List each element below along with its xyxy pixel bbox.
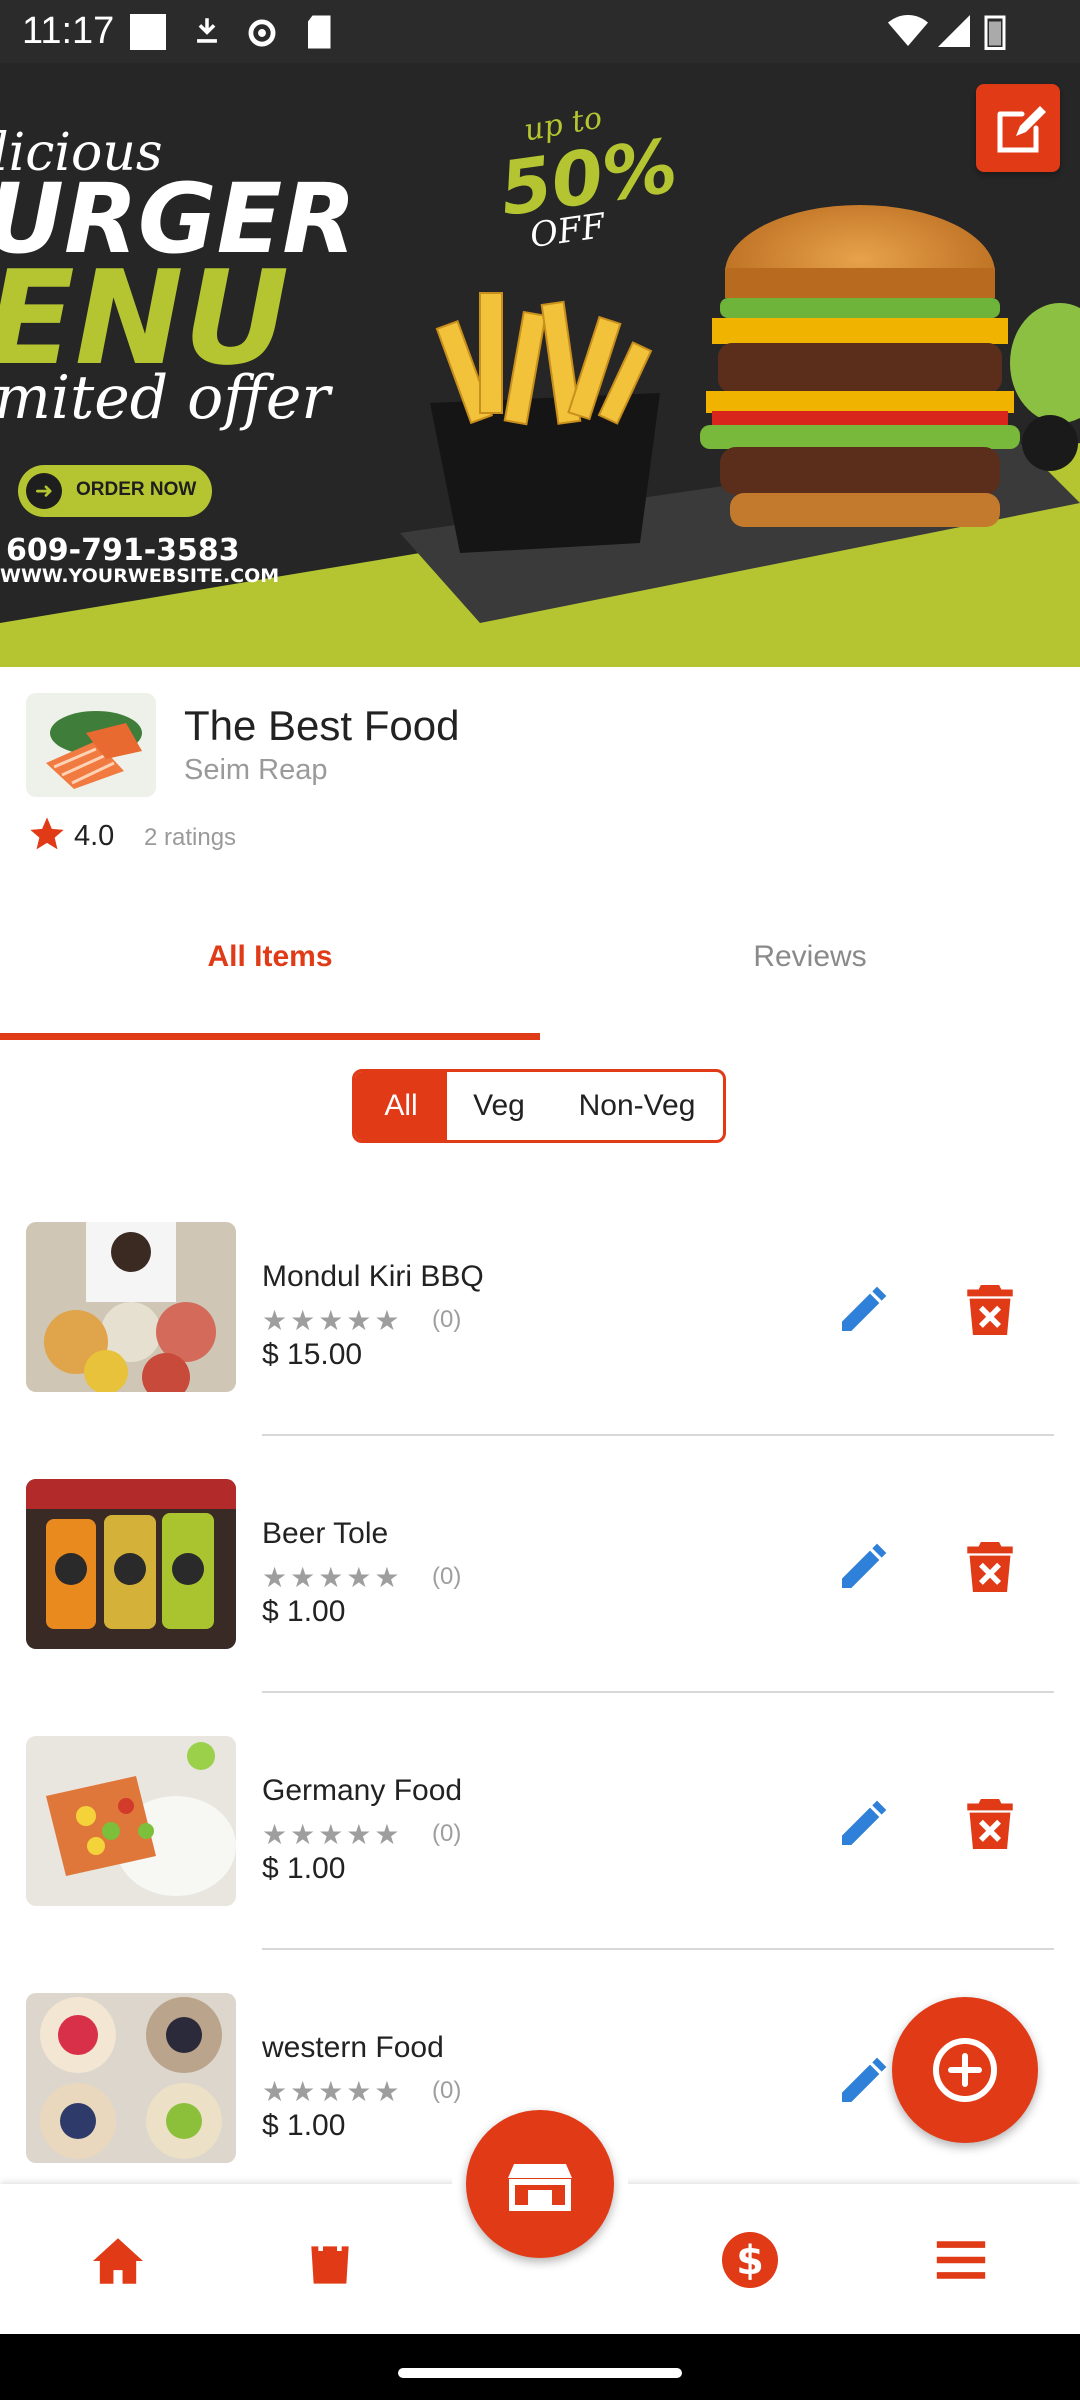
dollar-icon[interactable]: $ <box>722 2232 778 2288</box>
item-review-count: (0) <box>432 2077 462 2104</box>
item-divider <box>262 1691 1054 1693</box>
tab-indicator <box>0 1033 540 1040</box>
list-item[interactable]: Mondul Kiri BBQ ★★★★★ (0) $ 15.00 <box>0 1222 1080 1478</box>
salmon-dish-image <box>26 693 156 797</box>
beer-cans-image <box>26 1479 236 1649</box>
restaurant-cover-banner: licious URGER ENU mited offer up to 50% … <box>0 63 1080 667</box>
restaurant-rating: 4.0 <box>74 820 115 852</box>
tab-reviews[interactable]: Reviews <box>540 900 1080 1040</box>
item-stars: ★★★★★ <box>262 1305 403 1336</box>
edit-banner-button[interactable] <box>976 84 1060 172</box>
item-name: Germany Food <box>262 1774 463 1807</box>
item-price: $ 1.00 <box>262 1595 346 1628</box>
item-name: Mondul Kiri BBQ <box>262 1260 484 1293</box>
filter-veg[interactable]: Veg <box>447 1072 551 1140</box>
item-image <box>26 1222 236 1392</box>
item-name: Beer Tole <box>262 1517 389 1550</box>
item-price: $ 15.00 <box>262 1338 363 1371</box>
filter-all[interactable]: All <box>355 1072 447 1140</box>
item-review-count: (0) <box>432 1563 462 1590</box>
item-image <box>26 1736 236 1906</box>
pencil-icon[interactable] <box>835 1796 891 1852</box>
home-gesture-handle[interactable] <box>398 2368 682 2378</box>
status-time: 11:17 <box>22 10 115 52</box>
tab-all-items[interactable]: All Items <box>0 900 540 1040</box>
star-icon <box>30 817 64 850</box>
list-item[interactable]: Beer Tole ★★★★★ (0) $ 1.00 <box>0 1479 1080 1735</box>
item-stars: ★★★★★ <box>262 1562 403 1593</box>
pencil-icon[interactable] <box>835 1282 891 1338</box>
notification-square-icon <box>130 14 166 50</box>
filter-non-veg[interactable]: Non-Veg <box>551 1072 723 1140</box>
store-icon <box>508 2164 572 2211</box>
add-circle-icon <box>933 2038 997 2102</box>
salmon-salsa-image <box>26 1736 236 1906</box>
item-price: $ 1.00 <box>262 1852 346 1885</box>
item-stars: ★★★★★ <box>262 1819 403 1850</box>
item-name: western Food <box>262 2031 444 2064</box>
item-divider <box>262 1434 1054 1436</box>
menu-icon[interactable] <box>934 2238 988 2282</box>
add-item-fab[interactable] <box>892 1997 1038 2143</box>
pencil-icon[interactable] <box>835 1539 891 1595</box>
shopping-bag-icon[interactable] <box>306 2230 354 2286</box>
restaurant-location: Seim Reap <box>184 754 328 786</box>
restaurant-name: The Best Food <box>184 702 460 749</box>
banner-order-button: ➜ ORDER NOW <box>18 465 212 517</box>
arrow-right-icon: ➜ <box>26 473 62 509</box>
trash-icon[interactable] <box>965 1796 1015 1852</box>
item-image <box>26 1993 236 2163</box>
item-image <box>26 1479 236 1649</box>
item-review-count: (0) <box>432 1306 462 1333</box>
sd-card-icon <box>308 15 331 49</box>
ratings-count: 2 ratings <box>144 824 237 851</box>
svg-text:$: $ <box>736 2238 764 2284</box>
banner-script-2: mited offer <box>0 363 331 433</box>
settings-icon <box>248 19 276 47</box>
system-navigation-bar <box>0 2334 1080 2400</box>
item-stars: ★★★★★ <box>262 2076 403 2107</box>
download-icon <box>197 18 217 43</box>
banner-order-label: ORDER NOW <box>76 479 197 500</box>
wifi-icon <box>888 15 928 46</box>
trash-icon[interactable] <box>965 1539 1015 1595</box>
edit-banner-icon <box>997 106 1046 153</box>
tab-reviews-label: Reviews <box>753 940 867 973</box>
pencil-icon[interactable] <box>835 2053 891 2109</box>
status-bar: 11:17 <box>0 0 1080 63</box>
banner-phone: 609-791-3583 <box>6 533 240 568</box>
list-item[interactable]: Germany Food ★★★★★ (0) $ 1.00 <box>0 1736 1080 1992</box>
store-button[interactable] <box>466 2110 614 2258</box>
trash-icon[interactable] <box>965 1282 1015 1338</box>
home-icon[interactable] <box>90 2236 146 2286</box>
signal-icon <box>938 15 970 47</box>
battery-icon <box>984 15 1006 50</box>
item-review-count: (0) <box>432 1820 462 1847</box>
fruit-bowls-image <box>26 1993 236 2163</box>
tab-all-items-label: All Items <box>207 940 333 973</box>
restaurant-logo <box>26 693 156 797</box>
item-divider <box>262 1948 1054 1950</box>
veg-filter-segment: All Veg Non-Veg <box>352 1069 726 1143</box>
item-price: $ 1.00 <box>262 2109 346 2142</box>
banner-website: WWW.YOURWEBSITE.COM <box>0 565 280 587</box>
bbq-platter-image <box>26 1222 236 1392</box>
